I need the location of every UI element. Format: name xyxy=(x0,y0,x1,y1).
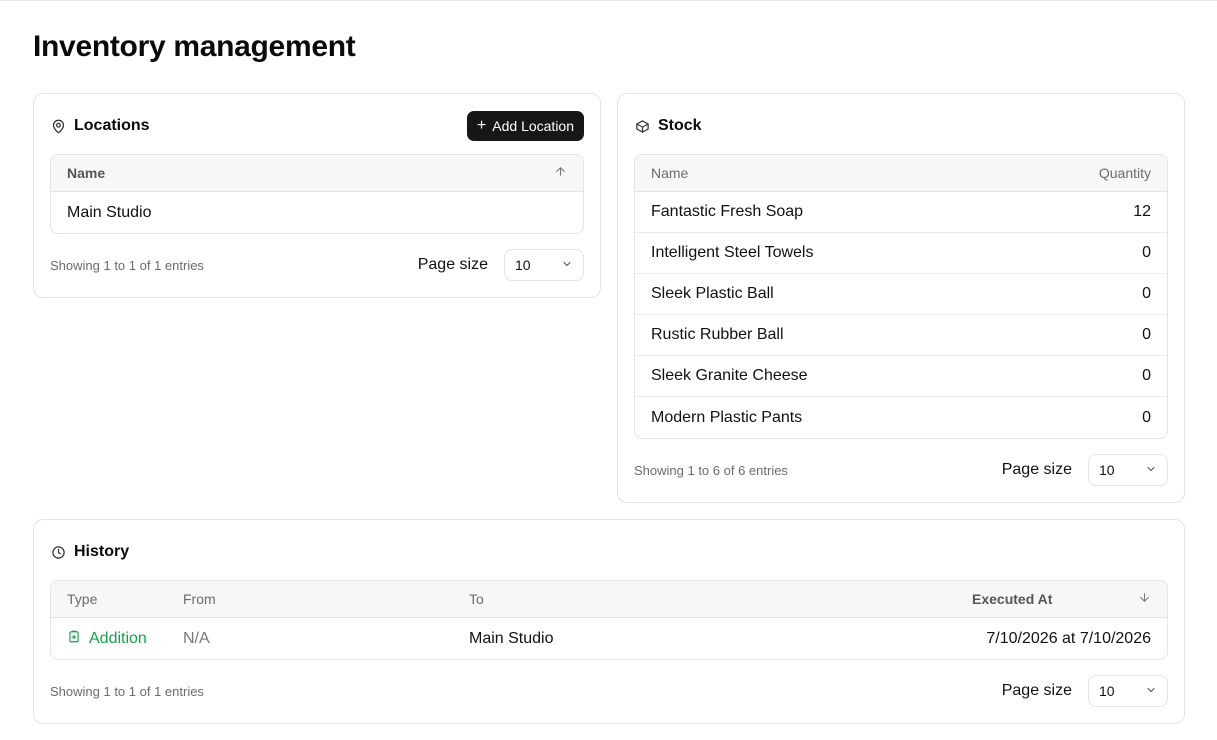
locations-title-text: Locations xyxy=(74,117,150,134)
stock-showing-text: Showing 1 to 6 of 6 entries xyxy=(634,462,788,478)
history-page-size: Page size 10 xyxy=(1002,675,1168,707)
stock-item-name: Sleek Granite Cheese xyxy=(651,367,808,384)
stock-table-header: Name Quantity xyxy=(635,155,1167,192)
stock-item-quantity: 0 xyxy=(1142,408,1151,426)
table-row[interactable]: Sleek Granite Cheese 0 xyxy=(635,356,1167,397)
locations-table-header: Name xyxy=(51,155,583,192)
stock-item-quantity: 0 xyxy=(1142,326,1151,343)
stock-item-quantity: 0 xyxy=(1142,244,1151,261)
page-size-value: 10 xyxy=(1099,683,1115,699)
page-size-select[interactable]: 10 xyxy=(504,249,584,281)
stock-card: Stock Name Quantity Fantastic Fresh Soap… xyxy=(617,93,1185,503)
history-showing-text: Showing 1 to 1 of 1 entries xyxy=(50,683,204,699)
column-header-type[interactable]: Type xyxy=(67,591,183,607)
stock-page-size: Page size 10 xyxy=(1002,454,1168,486)
arrow-down-icon[interactable] xyxy=(1138,591,1151,607)
stock-item-name: Intelligent Steel Towels xyxy=(651,244,814,261)
add-location-label: Add Location xyxy=(492,118,574,134)
table-row[interactable]: Rustic Rubber Ball 0 xyxy=(635,315,1167,356)
stock-item-quantity: 0 xyxy=(1142,285,1151,302)
stock-table: Name Quantity Fantastic Fresh Soap 12 In… xyxy=(634,154,1168,439)
locations-header: Locations + Add Location xyxy=(50,110,584,142)
column-header-executed-at[interactable]: Executed At xyxy=(972,591,1052,607)
chevron-down-icon xyxy=(1145,462,1157,478)
table-row[interactable]: Sleek Plastic Ball 0 xyxy=(635,274,1167,315)
stock-item-name: Sleek Plastic Ball xyxy=(651,285,774,302)
add-location-button[interactable]: + Add Location xyxy=(466,111,584,141)
package-icon xyxy=(634,118,650,134)
stock-item-name: Rustic Rubber Ball xyxy=(651,326,784,343)
history-footer: Showing 1 to 1 of 1 entries Page size 10 xyxy=(50,675,1168,707)
location-name: Main Studio xyxy=(67,203,152,221)
page-size-label: Page size xyxy=(1001,682,1072,699)
table-row[interactable]: Modern Plastic Pants 0 xyxy=(635,397,1167,438)
history-executed-at: 7/10/2026 at 7/10/2026 xyxy=(986,629,1151,647)
map-pin-icon xyxy=(50,118,66,134)
stock-item-quantity: 12 xyxy=(1133,203,1151,220)
table-row[interactable]: Main Studio xyxy=(51,192,583,233)
history-from: N/A xyxy=(183,629,210,647)
history-header: History xyxy=(50,536,1168,568)
history-table-header: Type From To Executed At xyxy=(51,581,1167,618)
clock-icon xyxy=(50,544,66,560)
column-header-name[interactable]: Name xyxy=(651,165,688,181)
stock-item-name: Modern Plastic Pants xyxy=(651,408,803,426)
page-size-value: 10 xyxy=(1099,462,1115,478)
arrow-up-icon[interactable] xyxy=(554,165,567,181)
column-header-quantity[interactable]: Quantity xyxy=(1099,165,1151,181)
page-size-label: Page size xyxy=(417,256,488,273)
locations-footer: Showing 1 to 1 of 1 entries Page size 10 xyxy=(50,249,584,281)
locations-table: Name Main Studio xyxy=(50,154,584,234)
column-header-name[interactable]: Name xyxy=(67,165,105,181)
table-row[interactable]: Addition N/A Main Studio 7/10/2026 at 7/… xyxy=(51,618,1167,659)
history-card: History Type From To Executed At Additio… xyxy=(33,519,1185,724)
table-row[interactable]: Fantastic Fresh Soap 12 xyxy=(635,192,1167,233)
history-title: History xyxy=(50,543,129,561)
column-header-from[interactable]: From xyxy=(183,591,469,607)
history-title-text: History xyxy=(74,543,130,560)
locations-card: Locations + Add Location Name Main Studi… xyxy=(33,93,601,298)
page-size-select[interactable]: 10 xyxy=(1088,454,1168,486)
chevron-down-icon xyxy=(561,257,573,273)
stock-item-name: Fantastic Fresh Soap xyxy=(651,203,804,220)
column-header-to[interactable]: To xyxy=(469,591,972,607)
locations-page-size: Page size 10 xyxy=(418,249,584,281)
stock-header: Stock xyxy=(634,110,1168,142)
history-type: Addition xyxy=(67,629,183,649)
page-title: Inventory management xyxy=(33,30,356,63)
page-size-select[interactable]: 10 xyxy=(1088,675,1168,707)
page-size-label: Page size xyxy=(1001,461,1072,478)
stock-title-text: Stock xyxy=(658,117,702,134)
locations-title: Locations xyxy=(50,117,150,135)
stock-title: Stock xyxy=(634,117,702,135)
clipboard-plus-icon xyxy=(67,629,81,649)
stock-footer: Showing 1 to 6 of 6 entries Page size 10 xyxy=(634,454,1168,486)
history-to: Main Studio xyxy=(469,629,554,647)
chevron-down-icon xyxy=(1145,683,1157,699)
table-row[interactable]: Intelligent Steel Towels 0 xyxy=(635,233,1167,274)
history-table: Type From To Executed At Addition N/A Ma… xyxy=(50,580,1168,660)
locations-showing-text: Showing 1 to 1 of 1 entries xyxy=(50,257,204,273)
page-size-value: 10 xyxy=(515,257,531,273)
stock-item-quantity: 0 xyxy=(1142,367,1151,384)
history-type-label: Addition xyxy=(89,629,147,647)
plus-icon: + xyxy=(476,117,487,134)
